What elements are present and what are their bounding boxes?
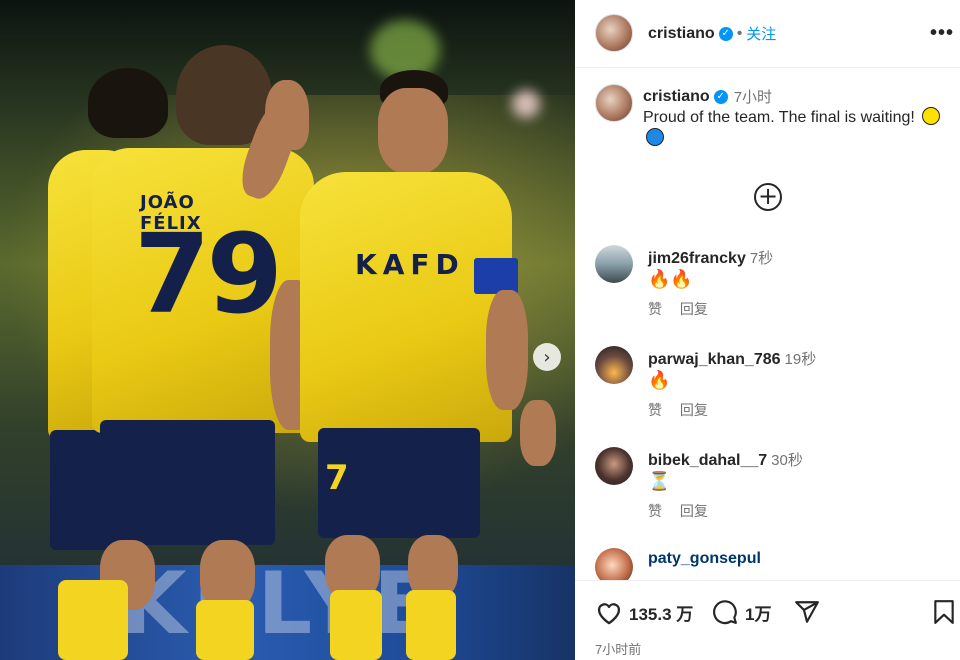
avatar[interactable] [595, 245, 633, 283]
bookmark-button[interactable] [932, 599, 960, 625]
yellow-circle-icon [922, 107, 941, 125]
share-icon [795, 601, 819, 623]
verified-icon: ✓ [718, 26, 733, 41]
comment-time: 7秒 [749, 250, 774, 267]
like-button[interactable]: 135.3 万 [595, 599, 693, 625]
bokeh-light [512, 90, 540, 118]
comment-header: paty_gonsepul [648, 550, 765, 568]
jersey-number: 79 [134, 210, 283, 338]
comment-item: parwaj_khan_786 19秒 🔥 赞 回复 [575, 346, 960, 446]
chevron-right-icon: › [543, 346, 551, 368]
avatar[interactable] [595, 14, 633, 52]
caption-header: cristiano ✓ 7小时 [643, 86, 772, 107]
post-header: cristiano ✓ • 关注 ••• [575, 0, 960, 68]
share-button[interactable] [793, 599, 827, 625]
comment-actions: 赞 回复 [648, 299, 722, 319]
avatar[interactable] [595, 447, 633, 485]
comment-button[interactable]: 1万 [711, 599, 771, 625]
follow-button[interactable]: 关注 [746, 23, 776, 44]
next-photo-button[interactable]: › [533, 343, 561, 371]
like-comment-button[interactable]: 赞 [648, 503, 662, 519]
comment-username[interactable]: bibek_dahal__7 [648, 452, 767, 469]
comment-username[interactable]: jim26francky [648, 250, 746, 267]
reply-button[interactable]: 回复 [680, 402, 708, 418]
like-comment-button[interactable]: 赞 [648, 301, 662, 317]
more-icon[interactable]: ••• [930, 22, 954, 45]
reply-button[interactable]: 回复 [680, 301, 708, 317]
comment-header: bibek_dahal__7 30秒 [648, 449, 803, 470]
comment-time: 19秒 [784, 351, 817, 368]
caption-body: Proud of the team. The final is waiting! [643, 109, 915, 126]
bookmark-icon [934, 600, 954, 624]
post-timestamp: 7小时前 [595, 642, 642, 657]
caption-username[interactable]: cristiano [643, 88, 710, 106]
add-circle-icon[interactable]: + [754, 183, 782, 211]
comment-item: bibek_dahal__7 30秒 ⏳ 赞 回复 [575, 447, 960, 547]
comment-actions: 赞 回复 [648, 501, 722, 521]
sponsor-logo: KAFD [355, 248, 465, 281]
post-photo: KELYE JOÃO FÉLIX 79 KAFD 7 › [0, 0, 575, 660]
heart-icon [597, 603, 621, 625]
comment-username[interactable]: paty_gonsepul [648, 550, 761, 567]
caption-avatar[interactable] [595, 84, 633, 122]
comment-text: ⏳ [648, 471, 671, 491]
comment-time: 30秒 [771, 452, 803, 469]
comment-item: jim26francky 7秒 🔥🔥 赞 回复 [575, 245, 960, 345]
comment-item: paty_gonsepul [575, 548, 960, 580]
post-sidebar: cristiano ✓ • 关注 ••• cristiano ✓ 7小时 Pro… [575, 0, 960, 660]
reply-button[interactable]: 回复 [680, 503, 708, 519]
comment-header: parwaj_khan_786 19秒 [648, 348, 816, 369]
comment-header: jim26francky 7秒 [648, 247, 773, 268]
like-comment-button[interactable]: 赞 [648, 402, 662, 418]
header-user: cristiano ✓ • 关注 [648, 23, 776, 44]
like-count: 135.3 万 [629, 604, 694, 624]
captain-armband [474, 258, 518, 294]
comment-text: 🔥🔥 [648, 269, 693, 289]
verified-icon: ✓ [713, 89, 728, 104]
comment-username[interactable]: parwaj_khan_786 [648, 351, 781, 368]
comment-count: 1万 [745, 604, 772, 624]
board-text: KELYE [120, 554, 438, 654]
comment-icon [713, 600, 737, 625]
caption-time: 7小时 [733, 89, 773, 106]
comment-actions: 赞 回复 [648, 400, 722, 420]
header-username[interactable]: cristiano [648, 25, 715, 43]
short-number: 7 [325, 458, 349, 498]
avatar[interactable] [595, 548, 633, 580]
caption-text: Proud of the team. The final is waiting! [643, 107, 943, 149]
blue-circle-icon [646, 128, 664, 146]
action-bar: 135.3 万 1万 7小时前 [575, 580, 960, 660]
separator: • [736, 24, 743, 42]
avatar[interactable] [595, 346, 633, 384]
comment-text: 🔥 [648, 370, 671, 390]
